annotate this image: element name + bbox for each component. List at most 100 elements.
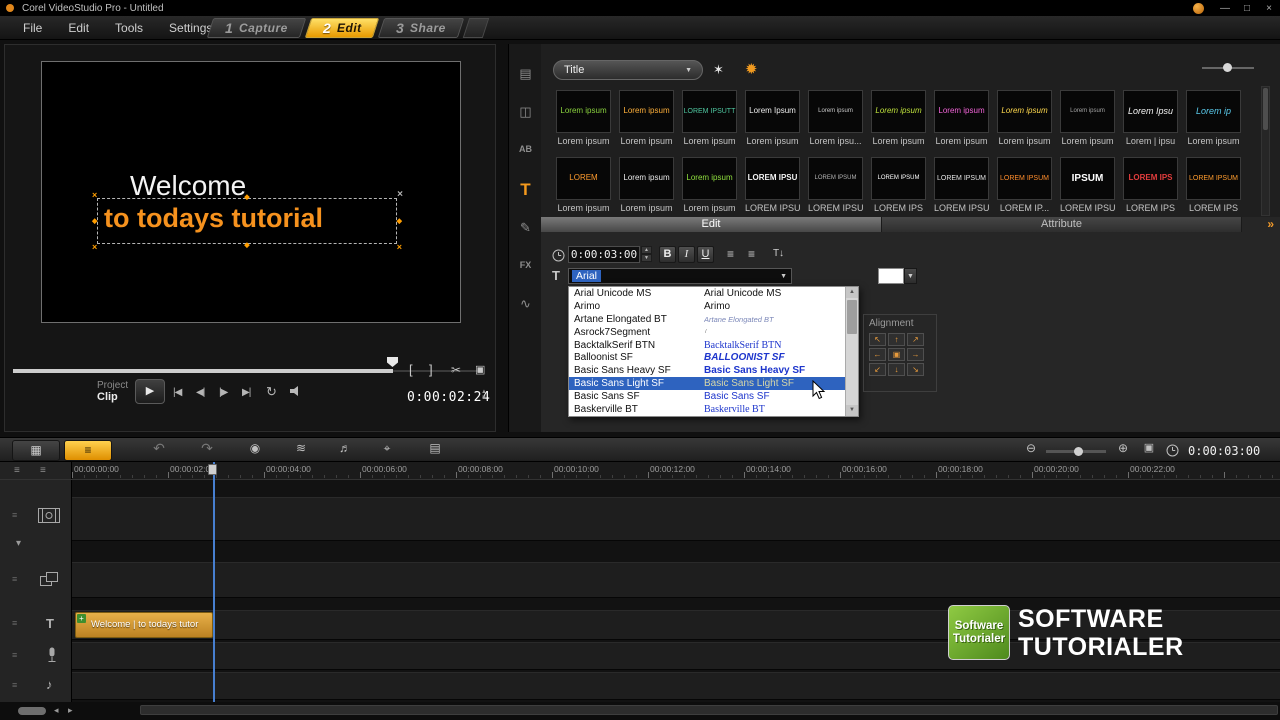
title-thumbnail[interactable]: LOREM IPSUM LOREM IPS [1186,157,1241,213]
menu-tools[interactable]: Tools [102,16,156,40]
redo-button[interactable]: ↷ [194,438,220,459]
title-track-options-icon[interactable]: ≡ [12,618,17,628]
track-options-icon[interactable]: ≡ [40,465,46,476]
selection-handle[interactable] [92,191,97,199]
undo-button[interactable]: ↶ [146,438,172,459]
title-thumbnail[interactable]: LOREM Lorem ipsum [556,157,611,213]
subtitle-editor-button[interactable]: ▤ [422,438,448,459]
clip-mode-label[interactable]: Clip [97,391,128,403]
repeat-button[interactable]: ↻ [266,384,277,400]
title-clip[interactable]: Welcome | to todays tutor [75,612,213,638]
timeline-view-button[interactable]: ≡ [64,440,112,461]
underline-button[interactable]: U [697,246,714,263]
collapse-tracks-icon[interactable]: ▾ [16,538,21,549]
music-track-lane[interactable] [72,672,1280,700]
next-frame-button[interactable]: |▶ [219,387,228,398]
timeline-ruler[interactable]: ≡ ≡ 00:00:00:00 00:00:02:00 00:00:04:00 00:… [0,462,1280,480]
playhead-marker[interactable] [208,464,217,475]
align-center-button[interactable]: ≡ [742,246,761,263]
title-thumbnail[interactable]: LOREM IPSUTT Lorem ipsum [682,90,737,146]
title-selection-box[interactable] [97,198,397,244]
font-option[interactable]: Arimo Arimo [569,300,858,313]
close-button[interactable]: × [1258,3,1280,14]
title-thumbnail[interactable]: Lorem ipsum Lorem ipsu... [808,90,863,146]
font-option[interactable]: Balloonist SF BALLOONIST SF [569,351,858,364]
graphic-icon[interactable]: ✎ [509,220,542,236]
track-manager-icon[interactable]: ≡ [14,465,20,476]
subtitle-ab-icon[interactable]: AB [509,144,542,154]
scroll-right-icon[interactable]: ▸ [68,705,73,716]
title-thumbnail[interactable]: Lorem ipsum Lorem ipsum [997,90,1052,146]
selection-handle[interactable] [397,243,402,251]
italic-button[interactable]: I [678,246,695,263]
transition-icon[interactable]: ◫ [509,104,542,120]
font-option[interactable]: Basic Sans Heavy SF Basic Sans Heavy SF [569,364,858,377]
minimize-button[interactable]: — [1214,3,1236,14]
clip-edit-badge[interactable]: + [77,614,86,623]
project-mode-label[interactable]: Project [97,380,128,391]
duration-field[interactable]: 0:00:03:00 [568,246,640,263]
title-thumbnail[interactable]: LOREM IPSUM LOREM IPSU [934,157,989,213]
video-track-options-icon[interactable]: ≡ [12,510,17,520]
font-option[interactable]: BacktalkSerif BTN BacktalkSerif BTN [569,339,858,352]
tab-panel-edit[interactable]: Edit [541,217,882,232]
title-thumbnail[interactable]: LOREM IPS LOREM IPS [1123,157,1178,213]
title-thumbnail[interactable]: Lorem ipsum Lorem ipsum [619,90,674,146]
alignment-button[interactable]: → [907,348,924,361]
selection-handle[interactable] [397,216,402,226]
add-favorite-icon[interactable]: ✶ [713,62,724,78]
library-scrollbar[interactable] [1261,86,1270,216]
fx-icon[interactable]: FX [509,260,542,270]
thumbnail-size-slider-thumb[interactable] [1223,63,1232,72]
font-family-select[interactable]: Arial ▼ [568,268,792,284]
alignment-button[interactable]: ▣ [888,348,905,361]
vertical-text-button[interactable]: T↓ [769,246,788,263]
mark-in-button[interactable]: [ [409,362,413,377]
alignment-button[interactable]: ↑ [888,333,905,346]
panel-expand-icon[interactable]: » [1267,217,1280,232]
zoom-out-icon[interactable]: ⊖ [1018,438,1044,459]
title-thumbnail[interactable]: Lorem ip Lorem ipsum [1186,90,1241,146]
selection-handle[interactable] [92,243,97,251]
fit-timeline-icon[interactable]: ▣ [1136,438,1162,459]
scroll-up-icon[interactable]: ▲ [846,287,858,298]
selection-handle[interactable] [92,216,97,226]
previous-frame-button[interactable]: ◀| [196,387,205,398]
title-thumbnail[interactable]: Lorem ipsum Lorem ipsum [682,157,737,213]
selection-handle[interactable] [244,192,249,202]
end-button[interactable]: ▶| [242,387,251,398]
scrollbar-grip[interactable] [18,707,46,715]
title-thumbnail[interactable]: LOREM IPSU LOREM IPSU [745,157,800,213]
video-track-icon[interactable] [38,508,60,523]
timeline-zoom-slider-thumb[interactable] [1074,447,1083,456]
voice-track-icon[interactable] [46,647,58,664]
font-option[interactable]: Asrock7Segment 7 [569,326,858,339]
duration-spinner[interactable]: ▲ ▼ [641,246,652,262]
alignment-button[interactable]: ↖ [869,333,886,346]
title-thumbnail[interactable]: Lorem ipsum Lorem ipsum [619,157,674,213]
scrubber-progress[interactable] [13,369,393,373]
motion-tracking-button[interactable]: ⌖ [374,438,400,459]
menu-edit[interactable]: Edit [55,16,102,40]
align-left-button[interactable]: ≡ [721,246,740,263]
trim-marker[interactable] [387,357,398,367]
menu-file[interactable]: File [10,16,55,40]
title-icon[interactable]: T [509,180,542,200]
timeline-clock-icon[interactable] [1166,444,1179,457]
capture-frame-button[interactable]: ▣ [475,363,485,376]
help-button[interactable] [1193,2,1204,14]
title-thumbnail[interactable]: Lorem Ipsum Lorem ipsum [745,90,800,146]
title-thumbnail[interactable]: IPSUM LOREM IPSU [1060,157,1115,213]
maximize-button[interactable]: □ [1236,3,1258,14]
font-list-scrollbar-thumb[interactable] [847,300,857,334]
alignment-button[interactable]: ↙ [869,363,886,376]
font-option[interactable]: Artane Elongated BT Artane Elongated BT [569,313,858,326]
font-option[interactable]: Arial Unicode MS Arial Unicode MS [569,287,858,300]
scroll-down-icon[interactable]: ▼ [846,405,858,416]
alignment-button[interactable]: ← [869,348,886,361]
tab-capture[interactable]: 1 Capture [206,18,306,38]
font-color-dropdown[interactable]: ▼ [904,268,917,284]
tab-edit[interactable]: 2 Edit [304,18,380,38]
video-track-lane[interactable] [72,497,1280,541]
voice-track-options-icon[interactable]: ≡ [12,650,17,660]
